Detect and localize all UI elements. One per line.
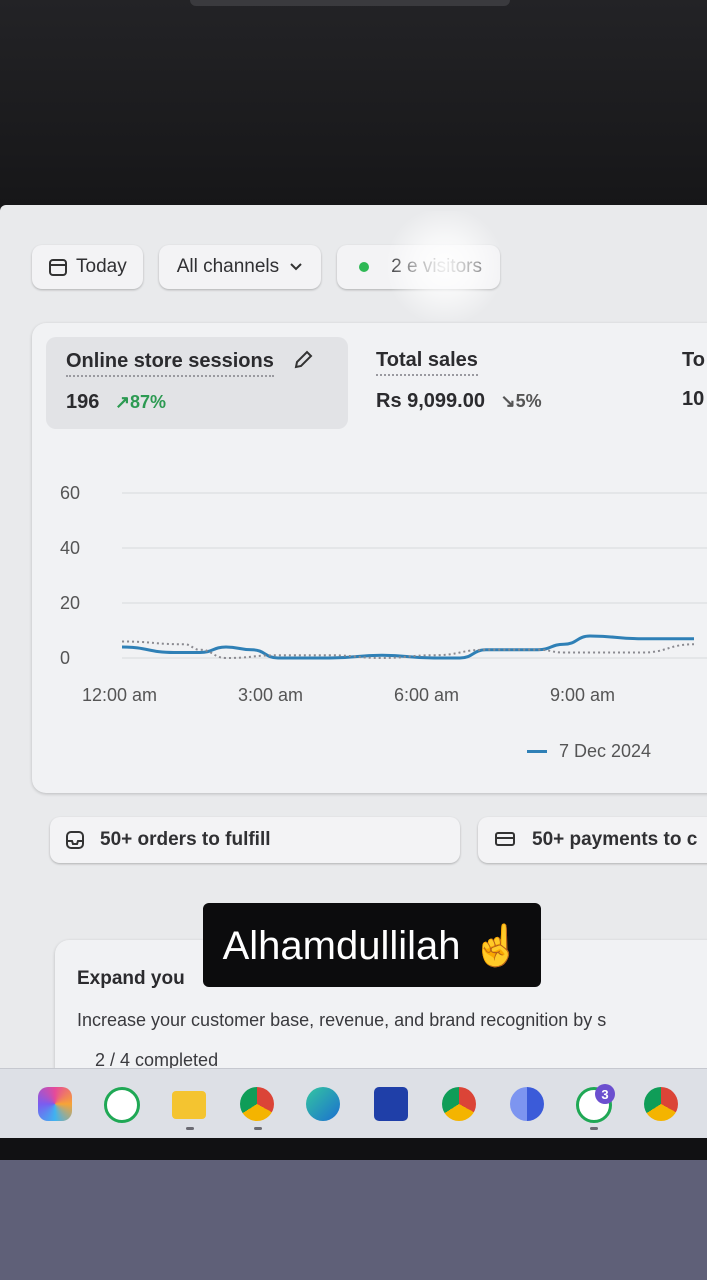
x-tick-label: 12:00 am	[82, 685, 157, 705]
date-filter-label: Today	[76, 256, 127, 277]
calendar-icon	[48, 257, 68, 277]
x-tick-label: 6:00 am	[394, 685, 459, 705]
y-tick-label: 0	[60, 648, 70, 668]
chrome-icon[interactable]	[240, 1087, 274, 1121]
explorer-running-indicator	[186, 1127, 194, 1130]
chrome-icon-2[interactable]	[644, 1087, 678, 1121]
payment-icon	[492, 829, 518, 851]
metric-value: 196	[66, 390, 100, 413]
arrow-down-icon: ↘	[500, 391, 516, 411]
windows-taskbar: 3	[0, 1068, 707, 1139]
whatsapp-icon[interactable]	[104, 1087, 140, 1123]
background-below-monitor	[0, 1160, 707, 1280]
whatsapp-running-indicator	[590, 1127, 598, 1130]
chrome-running-indicator	[254, 1127, 262, 1130]
metric-label: Online store sessions	[66, 350, 274, 377]
caption-text: Alhamdullilah ☝️	[222, 923, 522, 968]
x-tick-label: 9:00 am	[550, 685, 615, 705]
metric-label: Total sales	[376, 349, 478, 376]
orders-label: 50+ orders to fulfill	[100, 829, 271, 850]
payments-button[interactable]: 50+ payments to c	[478, 817, 707, 863]
copilot-icon[interactable]	[38, 1087, 72, 1121]
metric-value: 10	[682, 388, 705, 410]
expand-heading: Expand you	[77, 968, 185, 989]
metric-delta: 5%	[515, 391, 542, 411]
y-tick-label: 40	[60, 538, 80, 558]
metric-total-sales[interactable]: Total sales Rs 9,099.00 ↘5%	[376, 349, 542, 413]
live-visitors-label: 2 e visitors	[391, 256, 482, 277]
metric-delta: 87%	[130, 391, 167, 412]
chrome-blue-icon[interactable]	[510, 1087, 544, 1121]
analytics-card: Online store sessions 196 ↗87% Total sal…	[32, 323, 707, 793]
chevron-down-icon	[289, 262, 303, 272]
screen: Today All channels 2 e visitors Online s…	[0, 205, 707, 1140]
orders-to-fulfill-button[interactable]: 50+ orders to fulfill	[50, 817, 460, 863]
arrow-up-icon: ↗	[114, 391, 131, 412]
y-tick-label: 60	[60, 483, 80, 503]
live-status-dot	[359, 262, 370, 272]
story-caption: Alhamdullilah ☝️	[203, 903, 541, 987]
expand-description: Increase your customer base, revenue, an…	[77, 1010, 607, 1030]
series-line-current	[121, 634, 694, 660]
metric-value: Rs 9,099.00	[376, 390, 485, 412]
monitor-bottom-bezel	[0, 1138, 707, 1160]
metric-label: To	[682, 349, 705, 371]
legend-label: 7 Dec 2024	[559, 741, 652, 761]
payments-label: 50+ payments to c	[532, 829, 698, 850]
file-explorer-icon[interactable]	[172, 1091, 206, 1119]
channel-filter-label: All channels	[176, 256, 280, 277]
edge-icon[interactable]	[306, 1087, 340, 1121]
x-tick-label: 3:00 am	[238, 685, 303, 705]
top-filter-bar: Today All channels 2 e visitors	[32, 245, 500, 289]
notification-badge: 3	[595, 1084, 615, 1104]
inbox-icon	[64, 829, 86, 851]
sessions-line-chart: 604020012:00 am3:00 am6:00 am9:00 am1	[60, 483, 707, 705]
whatsapp-badge-icon[interactable]: 3	[576, 1084, 615, 1123]
chrome-profile-icon[interactable]	[442, 1087, 476, 1121]
chart-legend: 7 Dec 2024	[527, 741, 651, 762]
phone-notch	[190, 0, 510, 6]
metric-online-sessions[interactable]: Online store sessions 196 ↗87%	[46, 337, 348, 429]
microsoft-store-icon[interactable]	[374, 1087, 408, 1121]
date-filter-button[interactable]: Today	[32, 245, 143, 289]
legend-swatch	[527, 750, 547, 753]
y-tick-label: 20	[60, 593, 80, 613]
monitor-top-bezel	[0, 0, 707, 210]
channel-filter-button[interactable]: All channels	[158, 245, 322, 289]
metric-truncated[interactable]: To 10	[682, 349, 705, 411]
pencil-icon[interactable]	[292, 349, 314, 376]
live-visitors-button[interactable]: 2 e visitors	[337, 245, 500, 289]
